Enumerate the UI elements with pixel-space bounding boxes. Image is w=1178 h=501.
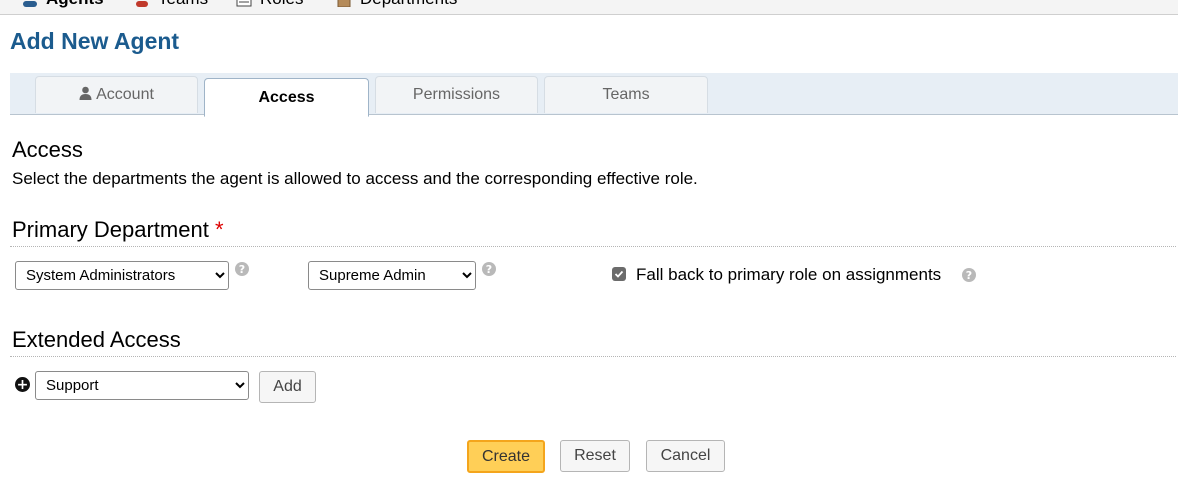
primary-role-select[interactable]: Supreme Admin: [308, 261, 476, 290]
nav-item-departments[interactable]: Departments: [336, 0, 457, 10]
tab-label: Teams: [602, 86, 650, 103]
help-icon[interactable]: ?: [235, 262, 249, 276]
divider: [10, 356, 1176, 357]
plus-circle-icon: +: [15, 376, 30, 393]
access-heading: Access: [12, 137, 83, 162]
required-mark: *: [214, 217, 224, 242]
nav-label: Agents: [46, 0, 104, 9]
cancel-button[interactable]: Cancel: [646, 440, 725, 472]
tab-label: Account: [96, 86, 154, 103]
nav-item-agents[interactable]: Agents: [22, 0, 104, 10]
reset-button[interactable]: Reset: [560, 440, 630, 472]
agents-icon: [22, 0, 38, 7]
primary-department-select[interactable]: System Administrators: [15, 261, 229, 290]
add-button[interactable]: Add: [259, 371, 316, 403]
tab-access[interactable]: Access: [204, 78, 369, 117]
access-description: Select the departments the agent is allo…: [12, 169, 698, 188]
tab-bar: Account Access Permissions Teams: [10, 73, 1178, 117]
help-icon[interactable]: ?: [482, 262, 496, 276]
divider: [10, 246, 1176, 247]
teams-icon: [134, 0, 150, 7]
roles-icon: [236, 0, 252, 7]
tab-account[interactable]: Account: [35, 76, 198, 113]
nav-label: Teams: [158, 0, 208, 9]
page-title: Add New Agent: [10, 28, 180, 54]
nav-label: Roles: [260, 0, 303, 9]
tab-label: Access: [258, 88, 315, 106]
user-icon: [79, 86, 92, 105]
primary-department-label: Primary Department: [12, 217, 209, 242]
departments-icon: [336, 0, 352, 8]
primary-department-heading: Primary Department *: [12, 217, 224, 243]
create-button[interactable]: Create: [467, 440, 545, 473]
nav-item-teams[interactable]: Teams: [134, 0, 208, 10]
checkmark-icon: [614, 270, 624, 278]
fallback-checkbox[interactable]: [612, 267, 626, 281]
extended-department-select[interactable]: Support: [35, 371, 249, 400]
top-nav: Agents Teams Roles Departments: [0, 0, 1178, 15]
fallback-label: Fall back to primary role on assignments: [636, 265, 942, 284]
tab-permissions[interactable]: Permissions: [375, 76, 538, 113]
nav-label: Departments: [360, 0, 457, 9]
nav-item-roles[interactable]: Roles: [236, 0, 303, 10]
tab-label: Permissions: [412, 86, 501, 103]
help-icon[interactable]: ?: [962, 268, 976, 282]
extended-access-heading: Extended Access: [12, 327, 181, 352]
tab-teams[interactable]: Teams: [544, 76, 708, 113]
